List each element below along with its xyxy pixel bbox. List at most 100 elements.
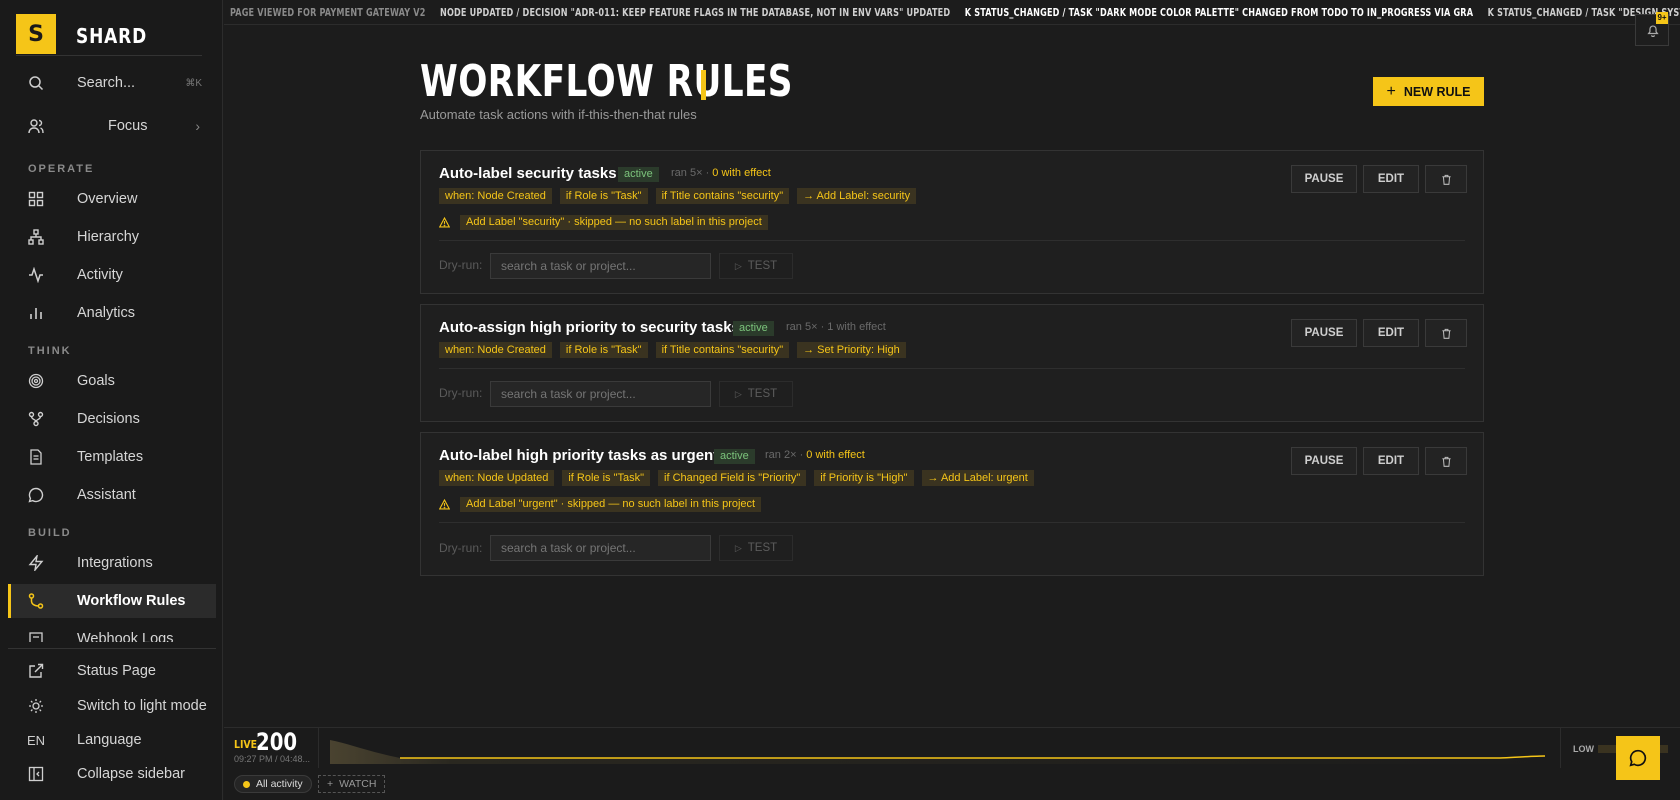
focus-selector[interactable]: Focus › bbox=[8, 109, 216, 143]
dry-run-search-input[interactable] bbox=[490, 253, 711, 279]
edit-button[interactable]: EDIT bbox=[1363, 447, 1419, 475]
language-code: EN bbox=[27, 732, 46, 748]
trigger-chip: when: Node Created bbox=[439, 342, 552, 358]
all-activity-label: All activity bbox=[256, 778, 303, 790]
collapse-sidebar-button[interactable]: Collapse sidebar bbox=[8, 757, 216, 791]
status-page-link[interactable]: Status Page bbox=[8, 654, 216, 688]
edit-button[interactable]: EDIT bbox=[1363, 319, 1419, 347]
pause-button[interactable]: PAUSE bbox=[1291, 319, 1357, 347]
hierarchy-icon bbox=[28, 229, 44, 245]
sidebar-footer: Status Page Switch to light mode EN Lang… bbox=[8, 648, 216, 782]
dry-run-label: Dry-run: bbox=[439, 386, 483, 400]
pause-button[interactable]: PAUSE bbox=[1291, 447, 1357, 475]
status-badge: active bbox=[618, 167, 659, 182]
test-button[interactable]: ▷ TEST bbox=[719, 253, 793, 279]
activity-ticker: PAGE VIEWED FOR PAYMENT GATEWAY V2 NODE … bbox=[224, 0, 1680, 25]
app-logo[interactable]: S bbox=[16, 14, 56, 54]
card-divider bbox=[439, 240, 1465, 241]
sidebar-item-overview[interactable]: Overview bbox=[8, 182, 216, 216]
delete-button[interactable] bbox=[1425, 447, 1467, 475]
status-page-label: Status Page bbox=[77, 663, 156, 679]
rule-card: Auto-label high priority tasks as urgent… bbox=[420, 432, 1484, 576]
dry-run-search-input[interactable] bbox=[490, 381, 711, 407]
all-activity-filter[interactable]: All activity bbox=[234, 775, 312, 793]
new-rule-button[interactable]: + NEW RULE bbox=[1373, 77, 1484, 106]
sidebar: S SHARD Search... ⌘K Focus › OPERATE Ove… bbox=[0, 0, 223, 800]
sidebar-item-goals[interactable]: Goals bbox=[8, 364, 216, 398]
status-dot bbox=[243, 780, 250, 788]
sidebar-scroll-clip: Webhook Logs bbox=[8, 622, 216, 642]
warning-icon bbox=[439, 217, 450, 228]
chat-icon bbox=[1629, 749, 1647, 767]
section-operate: OPERATE bbox=[28, 163, 95, 175]
action-chip: → Add Label: security bbox=[797, 188, 917, 204]
sidebar-item-activity[interactable]: Activity bbox=[8, 258, 216, 292]
section-build: BUILD bbox=[28, 527, 72, 539]
sidebar-item-label: Assistant bbox=[77, 487, 136, 503]
theme-toggle[interactable]: Switch to light mode bbox=[8, 689, 216, 723]
sidebar-item-analytics[interactable]: Analytics bbox=[8, 296, 216, 330]
test-label: TEST bbox=[747, 542, 778, 554]
bar-separator bbox=[1560, 728, 1561, 768]
ticker-item: K STATUS_CHANGED / TASK "DARK MODE COLOR… bbox=[964, 6, 1474, 19]
ticker-item: NODE UPDATED / DECISION "ADR-011: KEEP F… bbox=[439, 6, 951, 19]
notification-badge: 9+ bbox=[1656, 12, 1668, 24]
chat-button[interactable] bbox=[1616, 736, 1660, 780]
condition-chip: if Role is "Task" bbox=[562, 470, 651, 486]
delete-button[interactable] bbox=[1425, 165, 1467, 193]
trash-icon bbox=[1441, 456, 1451, 467]
sidebar-item-label: Webhook Logs bbox=[77, 631, 174, 642]
sidebar-item-label: Hierarchy bbox=[77, 229, 140, 245]
bar-separator bbox=[318, 728, 319, 768]
effect-count: 1 with effect bbox=[827, 321, 886, 333]
zap-icon bbox=[28, 555, 44, 571]
sidebar-item-integrations[interactable]: Integrations bbox=[8, 546, 216, 580]
plus-icon: + bbox=[327, 778, 334, 790]
rule-card: Auto-assign high priority to security ta… bbox=[420, 304, 1484, 422]
action-chip: → Set Priority: High bbox=[797, 342, 906, 358]
activity-level-label: LOW bbox=[1573, 744, 1594, 754]
condition-chip: if Priority is "High" bbox=[814, 470, 914, 486]
sidebar-collapse-icon bbox=[28, 766, 44, 782]
condition-chip: if Title contains "security" bbox=[655, 342, 790, 358]
pause-button[interactable]: PAUSE bbox=[1291, 165, 1357, 193]
search-button[interactable]: Search... ⌘K bbox=[8, 66, 216, 100]
test-button[interactable]: ▷ TEST bbox=[719, 381, 793, 407]
dry-run-search-input[interactable] bbox=[490, 535, 711, 561]
sidebar-item-label: Workflow Rules bbox=[77, 593, 186, 609]
page-subtitle: Automate task actions with if-this-then-… bbox=[420, 107, 697, 122]
play-icon: ▷ bbox=[734, 542, 742, 553]
live-count: 200 bbox=[256, 728, 298, 756]
status-badge: active bbox=[714, 449, 755, 464]
watch-button[interactable]: + WATCH bbox=[318, 775, 386, 793]
sidebar-item-workflow-rules[interactable]: Workflow Rules bbox=[8, 584, 216, 618]
play-icon: ▷ bbox=[734, 388, 742, 399]
sidebar-item-assistant[interactable]: Assistant bbox=[8, 478, 216, 512]
sidebar-item-label: Templates bbox=[77, 449, 144, 465]
effect-count: 0 with effect bbox=[806, 449, 865, 461]
play-icon: ▷ bbox=[734, 260, 742, 271]
edit-button[interactable]: EDIT bbox=[1363, 165, 1419, 193]
log-icon bbox=[29, 632, 43, 642]
sidebar-item-templates[interactable]: Templates bbox=[8, 440, 216, 474]
condition-chip: if Changed Field is "Priority" bbox=[658, 470, 807, 486]
dry-run-label: Dry-run: bbox=[439, 258, 483, 272]
sidebar-item-hierarchy[interactable]: Hierarchy bbox=[8, 220, 216, 254]
trigger-chip: when: Node Updated bbox=[439, 470, 555, 486]
status-badge: active bbox=[733, 321, 774, 336]
delete-button[interactable] bbox=[1425, 319, 1467, 347]
page-title: WORKFLOW RULES bbox=[420, 56, 793, 107]
rule-title: Auto-label high priority tasks as urgent bbox=[439, 447, 719, 464]
sidebar-item-webhook-logs[interactable]: Webhook Logs bbox=[8, 622, 216, 642]
effect-count: 0 with effect bbox=[712, 167, 771, 179]
test-button[interactable]: ▷ TEST bbox=[719, 535, 793, 561]
rule-stats: ran 5× · 1 with effect bbox=[786, 321, 886, 333]
sidebar-item-label: Activity bbox=[77, 267, 123, 283]
sidebar-item-decisions[interactable]: Decisions bbox=[8, 402, 216, 436]
card-divider bbox=[439, 368, 1465, 369]
warning-message: Add Label "urgent" · skipped — no such l… bbox=[460, 497, 762, 512]
language-selector[interactable]: EN Language bbox=[8, 723, 216, 757]
test-label: TEST bbox=[747, 260, 778, 272]
bell-icon bbox=[1647, 25, 1659, 37]
live-label: LIVE bbox=[234, 738, 258, 751]
